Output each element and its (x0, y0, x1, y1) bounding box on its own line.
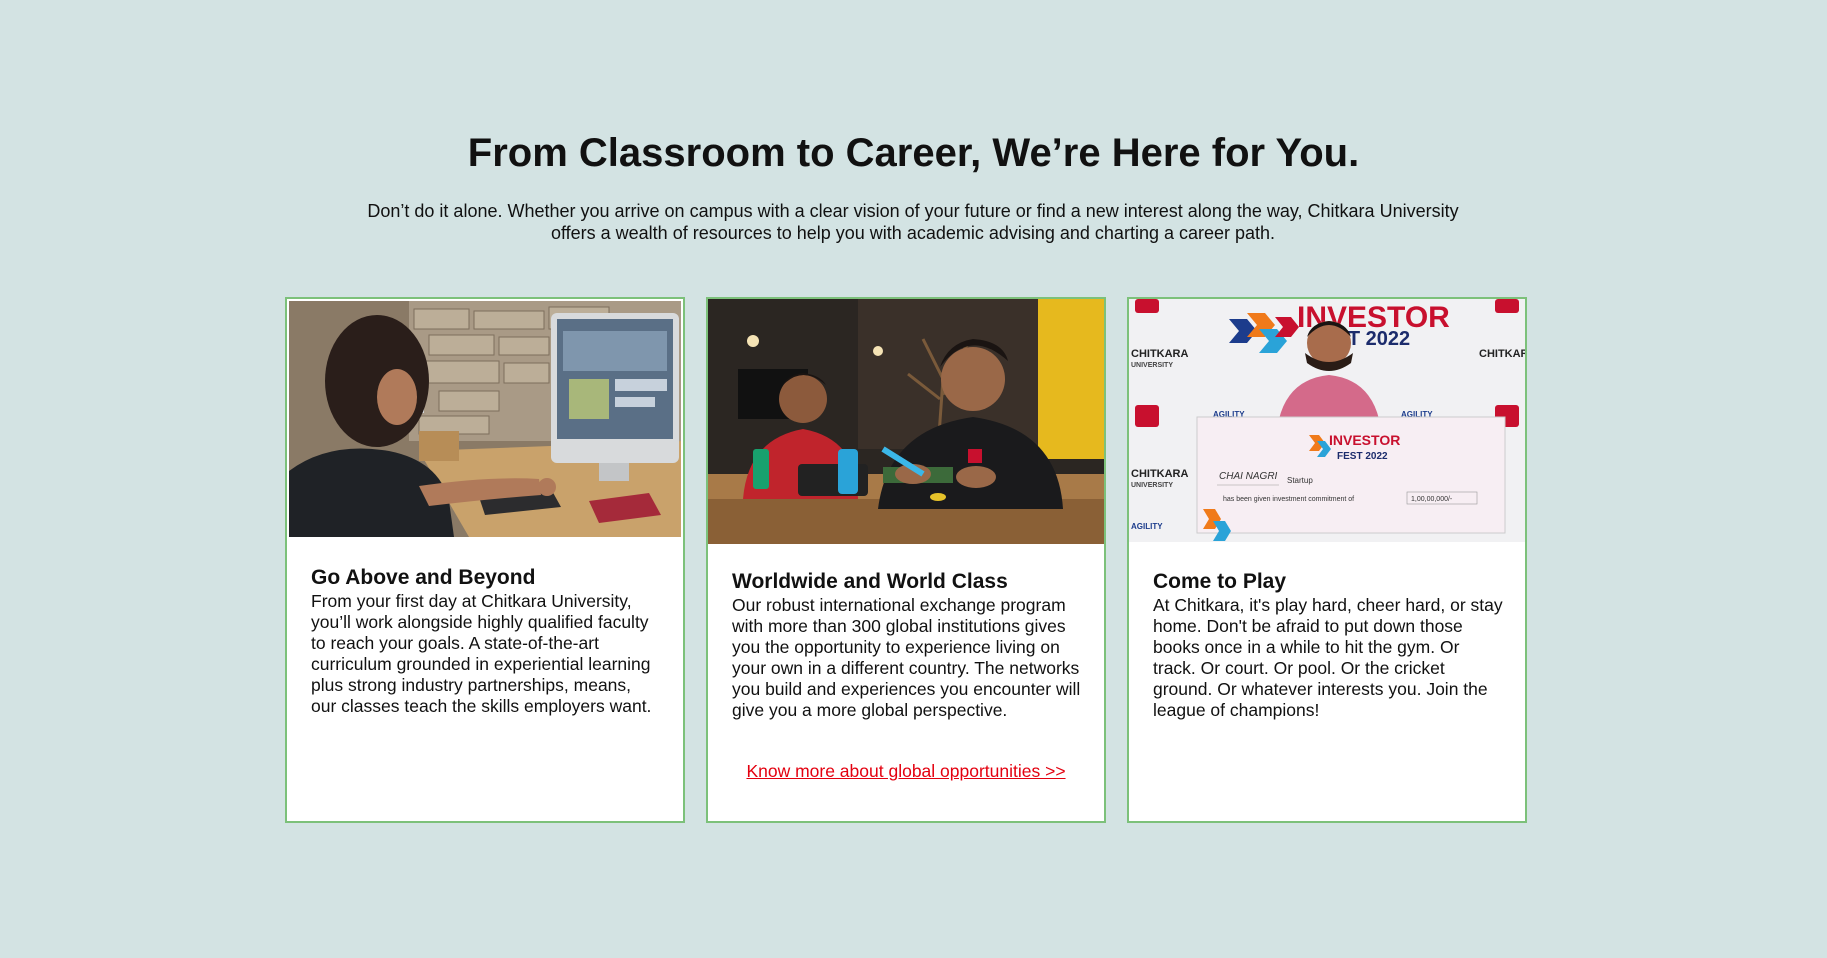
card-text: Our robust international exchange progra… (732, 595, 1081, 720)
cheque-sub-text: FEST 2022 (1337, 451, 1388, 462)
cheque-title-text: INVESTOR (1329, 432, 1400, 448)
backdrop-brand-sub-text: UNIVERSITY (1131, 362, 1173, 369)
card-photo-students-soldering (708, 299, 1104, 544)
card-title: Worldwide and World Class (732, 570, 1008, 593)
backdrop-brand-text-right: CHITKARA (1479, 348, 1525, 360)
cheque-amount-text: 1,00,00,000/- (1411, 496, 1453, 503)
backdrop-partner-text-lower: AGILITY (1131, 522, 1163, 531)
section-heading: From Classroom to Career, We’re Here for… (467, 131, 1360, 175)
card-text: From your first day at Chitkara Universi… (311, 591, 652, 716)
global-opportunities-link[interactable]: Know more about global opportunities >> (708, 761, 1104, 782)
card-photo-investor-fest: CHITKARA UNIVERSITY CHITKARA CHITKARA UN… (1129, 299, 1525, 542)
card-go-above-and-beyond: Go Above and Beyond From your first day … (285, 297, 685, 823)
cheque-line-text: has been given investment commitment of (1223, 496, 1354, 503)
card-photo-student-at-computer (289, 301, 681, 537)
career-section: From Classroom to Career, We’re Here for… (0, 0, 1827, 958)
backdrop-brand-text-lower: CHITKARA (1131, 468, 1188, 480)
backdrop-brand-sub-text-lower: UNIVERSITY (1131, 482, 1173, 489)
card-worldwide-and-world-class: Worldwide and World Class Our robust int… (706, 297, 1106, 823)
cheque-name-text: CHAI NAGRI (1219, 471, 1278, 482)
card-text: At Chitkara, it's play hard, cheer hard,… (1153, 595, 1503, 720)
cheque-label-text: Startup (1287, 476, 1313, 485)
card-title: Go Above and Beyond (311, 566, 536, 589)
card-title: Come to Play (1153, 570, 1287, 593)
backdrop-brand-text: CHITKARA (1131, 348, 1188, 360)
card-come-to-play: CHITKARA UNIVERSITY CHITKARA CHITKARA UN… (1127, 297, 1527, 823)
section-intro: Don’t do it alone. Whether you arrive on… (367, 201, 1459, 243)
